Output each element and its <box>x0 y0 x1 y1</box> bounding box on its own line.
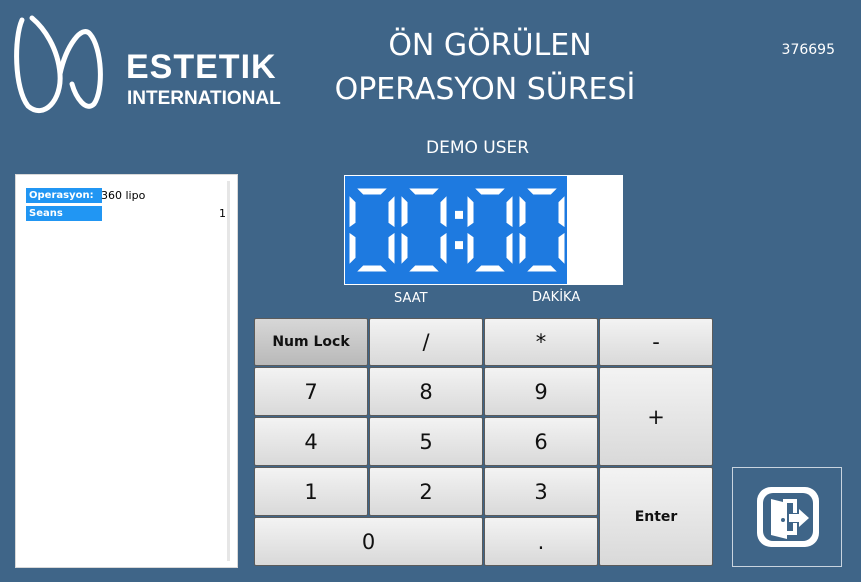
clock-segment <box>524 264 560 273</box>
clock-segment <box>348 231 357 267</box>
clock-segment <box>354 187 390 196</box>
clock-segment <box>387 231 396 267</box>
clock-colon-dot <box>455 241 463 250</box>
clock-segment <box>387 193 396 229</box>
clock-segment <box>354 264 390 273</box>
info-row-session-count: Seans Sayısı: 1 <box>26 206 226 234</box>
clock-segment <box>406 187 442 196</box>
clock-segment <box>439 231 448 267</box>
operation-info-panel: Operasyon: 360 lipo Seans Sayısı: 1 <box>15 174 238 568</box>
key-9[interactable]: 9 <box>484 367 598 416</box>
key-dot[interactable]: . <box>484 517 598 566</box>
info-label-operation: Operasyon: <box>26 188 102 203</box>
exit-door-icon <box>757 487 819 547</box>
clock-segment <box>557 193 566 229</box>
key-6[interactable]: 6 <box>484 417 598 466</box>
clock-segment <box>505 231 514 267</box>
key-minus[interactable]: - <box>599 318 713 366</box>
clock-segment <box>400 193 409 229</box>
clock-segment <box>518 193 527 229</box>
clock-segment <box>472 264 508 273</box>
info-scrollbar[interactable] <box>227 181 230 561</box>
minutes-label: DAKİKA <box>532 290 581 305</box>
key-8[interactable]: 8 <box>369 367 483 416</box>
key-0[interactable]: 0 <box>254 517 483 566</box>
clock-segment <box>466 193 475 229</box>
info-value-operation: 360 lipo <box>101 189 146 202</box>
clock-segment <box>348 193 357 229</box>
page-title-line1: ÖN GÖRÜLEN <box>388 28 592 63</box>
key-3[interactable]: 3 <box>484 467 598 516</box>
clock-segment <box>466 231 475 267</box>
info-row-operation: Operasyon: 360 lipo <box>26 188 216 203</box>
info-value-session-count: 1 <box>219 207 226 220</box>
key-multiply[interactable]: * <box>484 318 598 366</box>
clock-colon-dot <box>455 210 463 219</box>
key-5[interactable]: 5 <box>369 417 483 466</box>
key-divide[interactable]: / <box>369 318 483 366</box>
info-label-session-count: Seans Sayısı: <box>26 206 102 234</box>
clock-segment <box>472 187 508 196</box>
key-7[interactable]: 7 <box>254 367 368 416</box>
key-4[interactable]: 4 <box>254 417 368 466</box>
clock-segment <box>557 231 566 267</box>
exit-button[interactable] <box>732 467 842 567</box>
hours-label: SAAT <box>394 291 428 306</box>
page-title-line2: OPERASYON SÜRESİ <box>334 72 636 107</box>
clock-segment <box>518 231 527 267</box>
clock-segment <box>505 193 514 229</box>
user-name: DEMO USER <box>426 138 530 158</box>
clock-segment <box>400 231 409 267</box>
clock-segment <box>439 193 448 229</box>
key-enter[interactable]: Enter <box>599 467 713 566</box>
key-2[interactable]: 2 <box>369 467 483 516</box>
clock-segment <box>406 264 442 273</box>
clock-segment <box>524 187 560 196</box>
digital-clock <box>345 176 567 284</box>
key-1[interactable]: 1 <box>254 467 368 516</box>
clock-digits <box>348 187 566 273</box>
session-code: 376695 <box>781 42 835 58</box>
key-numlock[interactable]: Num Lock <box>254 318 368 366</box>
key-plus[interactable]: + <box>599 367 713 466</box>
